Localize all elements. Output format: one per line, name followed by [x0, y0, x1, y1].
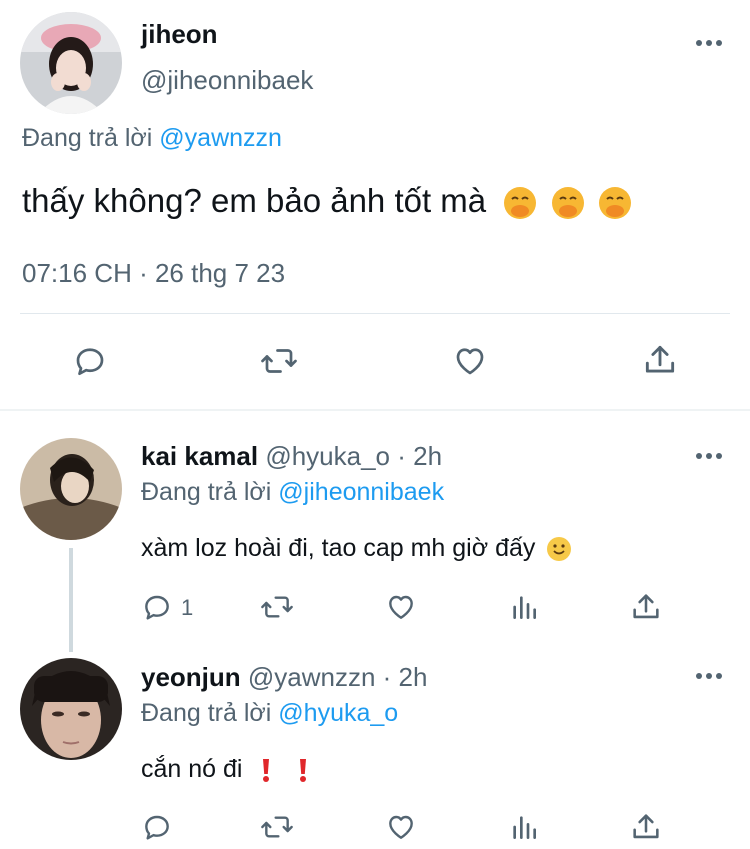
avatar-jiheon[interactable]	[20, 12, 122, 114]
reply-handle-time[interactable]: @yawnzzn · 2h	[248, 662, 428, 692]
reply-header: yeonjun @yawnzzn · 2h	[141, 661, 427, 693]
handle[interactable]: @jiheonnibaek	[141, 64, 313, 96]
face-with-hand-over-mouth-emoji	[598, 187, 631, 220]
share-icon[interactable]	[629, 810, 663, 844]
reply-action-bar: 1	[141, 590, 731, 626]
replying-to-line: Đang trả lời @hyuka_o	[141, 697, 398, 729]
like-icon[interactable]	[384, 811, 418, 843]
display-name[interactable]: jiheon	[141, 18, 218, 50]
reply-display-name[interactable]: kai kamal	[141, 441, 258, 471]
reply-display-name[interactable]: yeonjun	[141, 662, 241, 692]
more-options-icon[interactable]	[696, 673, 722, 679]
replying-to-link[interactable]: @yawnzzn	[159, 124, 282, 152]
reply-action-bar	[141, 810, 731, 846]
thread-line	[69, 548, 73, 652]
like-icon[interactable]	[451, 343, 489, 379]
reply-handle-time[interactable]: @hyuka_o · 2h	[265, 441, 442, 471]
exclamation-mark-emoji	[300, 759, 307, 783]
reply-icon[interactable]	[141, 591, 173, 623]
more-options-icon[interactable]	[696, 453, 722, 459]
reply-text: cắn nó đi	[141, 753, 310, 785]
avatar-yeonjun[interactable]	[20, 658, 122, 760]
like-icon[interactable]	[384, 591, 418, 623]
exclamation-mark-emoji	[263, 759, 270, 783]
timestamp[interactable]: 07:16 CH · 26 thg 7 23	[22, 257, 285, 289]
avatar-kai-kamal[interactable]	[20, 438, 122, 540]
replying-prefix: Đang trả lời	[141, 699, 272, 727]
reply-text-content: xàm loz hoài đi, tao cap mh giờ đấy	[141, 534, 536, 562]
replying-prefix: Đang trả lời	[141, 478, 272, 506]
replying-to-link[interactable]: @hyuka_o	[278, 699, 398, 727]
analytics-icon[interactable]	[508, 591, 540, 623]
face-with-hand-over-mouth-emoji	[504, 187, 537, 220]
reply-text: xàm loz hoài đi, tao cap mh giờ đấy	[141, 532, 572, 564]
replying-to-link[interactable]: @jiheonnibaek	[278, 478, 444, 506]
replying-prefix: Đang trả lời	[22, 124, 153, 152]
face-with-hand-over-mouth-emoji	[551, 187, 584, 220]
tweet-text: thấy không? em bảo ảnh tốt mà	[22, 180, 632, 222]
retweet-icon[interactable]	[259, 343, 299, 379]
reply-header: kai kamal @hyuka_o · 2h	[141, 440, 442, 472]
replying-to-line: Đang trả lời @yawnzzn	[22, 122, 282, 154]
reply-text-content: cắn nó đi	[141, 755, 243, 783]
reply-icon[interactable]	[141, 811, 173, 843]
analytics-icon[interactable]	[508, 811, 540, 843]
share-icon[interactable]	[629, 590, 663, 624]
slightly-smiling-face-emoji	[547, 537, 572, 562]
replying-to-line: Đang trả lời @jiheonnibaek	[141, 476, 444, 508]
tweet-text-content: thấy không? em bảo ảnh tốt mà	[22, 182, 487, 219]
share-icon[interactable]	[641, 341, 679, 379]
section-divider	[0, 409, 750, 411]
retweet-icon[interactable]	[259, 811, 295, 843]
reply-count: 1	[181, 595, 194, 620]
more-options-icon[interactable]	[696, 40, 722, 46]
divider	[20, 313, 730, 314]
reply-icon[interactable]	[72, 343, 108, 379]
retweet-icon[interactable]	[259, 591, 295, 623]
